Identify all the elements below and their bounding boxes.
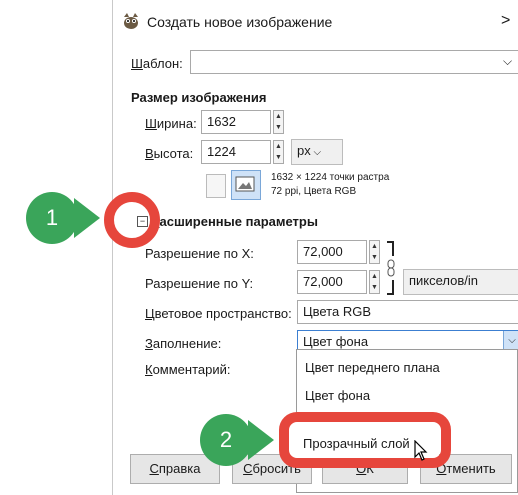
res-y-input[interactable]: 72,000 <box>297 270 367 294</box>
res-x-input[interactable]: 72,000 <box>297 240 367 264</box>
size-info-line2: 72 ppi, Цвета RGB <box>271 186 357 197</box>
comment-label: Комментарий: <box>145 362 231 377</box>
highlight-ring-advanced <box>104 192 160 248</box>
landscape-button[interactable] <box>231 170 261 200</box>
help-button[interactable]: Справка <box>130 454 220 484</box>
res-x-spinner[interactable]: ▲ ▼ <box>369 240 380 264</box>
landscape-icon <box>235 176 255 192</box>
chain-link-icon[interactable] <box>385 240 397 299</box>
colorspace-select[interactable]: Цвета RGB <box>297 300 518 324</box>
width-input[interactable]: 1632 <box>201 110 271 134</box>
portrait-button[interactable] <box>206 174 226 198</box>
unit-value: px <box>297 143 311 158</box>
close-icon[interactable]: > <box>501 12 510 30</box>
mouse-cursor-icon <box>412 439 430 467</box>
res-y-spinner[interactable]: ▲ ▼ <box>369 270 380 294</box>
advanced-heading[interactable]: Расширенные параметры <box>151 214 318 229</box>
colorspace-label: Цветовое пространство: <box>145 306 292 321</box>
marker-2: 2 <box>200 414 252 466</box>
fill-label: Заполнение: <box>145 336 222 351</box>
res-x-label: Разрешение по X: <box>145 246 254 261</box>
res-y-label: Разрешение по Y: <box>145 276 254 291</box>
chevron-down-icon: ⌵ <box>310 147 322 158</box>
gimp-logo-icon <box>121 12 141 33</box>
chevron-down-icon[interactable]: ⌵ <box>503 54 512 69</box>
window-title: Создать новое изображение <box>147 14 333 30</box>
image-size-heading: Размер изображения <box>131 90 267 105</box>
width-spinner[interactable]: ▲ ▼ <box>273 110 284 134</box>
template-select[interactable] <box>190 50 518 74</box>
fill-dropdown-button[interactable]: ⌵ <box>503 331 518 351</box>
width-label: Ширина: <box>145 116 197 131</box>
height-input[interactable]: 1224 <box>201 140 271 164</box>
size-info-line1: 1632 × 1224 точки растра <box>271 172 390 183</box>
unit-select[interactable]: px ⌵ <box>291 139 343 165</box>
height-label: Высота: <box>145 146 194 161</box>
fill-option-foreground[interactable]: Цвет переднего плана <box>305 360 440 375</box>
marker-1: 1 <box>26 192 78 244</box>
res-unit-select[interactable]: пикселов/in <box>403 269 518 295</box>
height-spinner[interactable]: ▲ ▼ <box>273 140 284 164</box>
fill-option-background[interactable]: Цвет фона <box>305 388 370 403</box>
template-label: Шаблон: <box>131 56 183 71</box>
